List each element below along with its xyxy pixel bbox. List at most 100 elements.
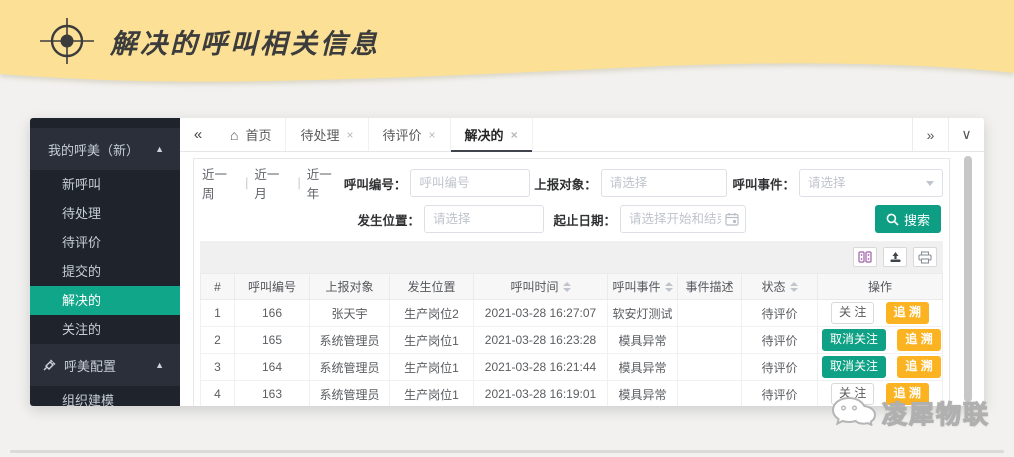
cell-description <box>678 327 742 354</box>
watermark: 凌犀物联 <box>830 394 990 432</box>
col-header-call-event[interactable]: 呼叫事件 <box>608 274 678 300</box>
col-header-description: 事件描述 <box>678 274 742 300</box>
home-icon <box>230 127 238 143</box>
sidebar-group-label: 我的呼美（新） <box>48 140 155 159</box>
tab-to-evaluate[interactable]: 待评价 <box>369 118 451 151</box>
cell-time: 2021-03-28 16:21:44 <box>474 354 608 381</box>
cell-time: 2021-03-28 16:27:07 <box>474 300 608 327</box>
main-panel: 近一周 近一月 近一年 呼叫编号： 上报对象： 呼叫事件： <box>180 152 984 406</box>
sidebar-menu: 新呼叫 待处理 待评价 提交的 解决的 关注的 <box>30 170 180 344</box>
col-header-call-time[interactable]: 呼叫时间 <box>474 274 608 300</box>
column-settings-button[interactable] <box>853 247 877 267</box>
sort-icon[interactable] <box>665 282 673 292</box>
tab-resolved[interactable]: 解决的 <box>451 118 533 151</box>
export-icon <box>889 251 902 263</box>
col-header-location: 发生位置 <box>390 274 474 300</box>
tab-home[interactable]: 首页 <box>216 118 286 151</box>
bottom-divider <box>10 450 1004 453</box>
scrollbar-thumb[interactable] <box>964 156 972 402</box>
content-area: « 首页 待处理 待评价 解决的 <box>180 118 984 406</box>
quick-range-year[interactable]: 近一年 <box>307 164 344 202</box>
location-select[interactable] <box>424 205 544 233</box>
table-row: 1 166 张天宇 生产岗位2 2021-03-28 16:27:07 软安灯测… <box>201 300 943 327</box>
sidebar-item-to-evaluate[interactable]: 待评价 <box>30 228 180 257</box>
plug-icon <box>42 358 56 372</box>
calendar-icon <box>725 212 739 231</box>
cell-location: 生产岗位2 <box>390 300 474 327</box>
cell-event: 软安灯测试 <box>608 300 678 327</box>
cell-actions: 取消关注 追 溯 <box>818 354 943 381</box>
trace-button[interactable]: 追 溯 <box>886 302 929 324</box>
cell-location: 生产岗位1 <box>390 354 474 381</box>
sidebar-item-submitted[interactable]: 提交的 <box>30 257 180 286</box>
call-no-input[interactable] <box>410 169 530 197</box>
sidebar-item-resolved[interactable]: 解决的 <box>30 286 180 315</box>
close-icon[interactable] <box>511 129 518 141</box>
search-button-label: 搜索 <box>904 210 930 229</box>
chevron-up-icon: ▲ <box>155 360 164 370</box>
trace-button[interactable]: 追 溯 <box>897 329 940 351</box>
tab-pending[interactable]: 待处理 <box>286 118 368 151</box>
tabs-scroll-left-button[interactable]: « <box>180 118 216 151</box>
cell-reporter: 张天宇 <box>310 300 390 327</box>
tab-label: 首页 <box>245 125 271 144</box>
sort-icon[interactable] <box>790 282 798 292</box>
chevron-down-icon: ∨ <box>961 126 971 143</box>
sidebar: 我的呼美（新） ▲ 新呼叫 待处理 待评价 提交的 解决的 关注的 <box>30 118 180 406</box>
cell-call-no: 166 <box>235 300 310 327</box>
close-icon[interactable] <box>347 129 354 141</box>
follow-button[interactable]: 关 注 <box>831 302 874 324</box>
sidebar-group-config[interactable]: 呼美配置 ▲ <box>30 344 180 386</box>
cell-event: 模具异常 <box>608 327 678 354</box>
date-range-label: 起止日期： <box>544 210 616 229</box>
cell-status: 待评价 <box>742 300 818 327</box>
cell-reporter: 系统管理员 <box>310 354 390 381</box>
print-button[interactable] <box>913 247 937 267</box>
cell-status: 待评价 <box>742 327 818 354</box>
report-target-select[interactable] <box>601 169 727 197</box>
quick-range-week[interactable]: 近一周 <box>202 164 239 202</box>
quick-range-month[interactable]: 近一月 <box>254 164 291 202</box>
cell-call-no: 163 <box>235 381 310 407</box>
tab-bar: « 首页 待处理 待评价 解决的 <box>180 118 984 152</box>
cell-time: 2021-03-28 16:19:01 <box>474 381 608 407</box>
unfollow-button[interactable]: 取消关注 <box>822 329 886 351</box>
trace-button[interactable]: 追 溯 <box>897 356 940 378</box>
call-event-select[interactable] <box>799 169 943 197</box>
column-settings-icon <box>858 251 872 263</box>
calls-table: # 呼叫编号 上报对象 发生位置 呼叫时间 呼叫事件 事件描述 状态 操作 <box>200 273 943 406</box>
vertical-scrollbar[interactable] <box>964 156 972 402</box>
sidebar-item-org-modeling[interactable]: 组织建模 <box>30 386 180 406</box>
chevron-down-icon <box>926 181 934 186</box>
cell-index: 3 <box>201 354 235 381</box>
cell-call-no: 164 <box>235 354 310 381</box>
cell-status: 待评价 <box>742 354 818 381</box>
cell-event: 模具异常 <box>608 381 678 407</box>
sidebar-item-new-call[interactable]: 新呼叫 <box>30 170 180 199</box>
unfollow-button[interactable]: 取消关注 <box>822 356 886 378</box>
sidebar-group-my-calls[interactable]: 我的呼美（新） ▲ <box>30 128 180 170</box>
close-icon[interactable] <box>429 129 436 141</box>
table-header-row: # 呼叫编号 上报对象 发生位置 呼叫时间 呼叫事件 事件描述 状态 操作 <box>201 274 943 300</box>
quick-date-links: 近一周 近一月 近一年 <box>200 164 344 202</box>
cell-reporter: 系统管理员 <box>310 327 390 354</box>
watermark-text: 凌犀物联 <box>882 395 990 431</box>
cell-location: 生产岗位1 <box>390 327 474 354</box>
tabs-scroll-right-button[interactable]: » <box>912 118 948 151</box>
table-row: 2 165 系统管理员 生产岗位1 2021-03-28 16:23:28 模具… <box>201 327 943 354</box>
table-row: 3 164 系统管理员 生产岗位1 2021-03-28 16:21:44 模具… <box>201 354 943 381</box>
cell-status: 待评价 <box>742 381 818 407</box>
sort-icon[interactable] <box>563 282 571 292</box>
col-header-status[interactable]: 状态 <box>742 274 818 300</box>
cell-location: 生产岗位1 <box>390 381 474 407</box>
chevron-up-icon: ▲ <box>155 144 164 154</box>
sidebar-item-followed[interactable]: 关注的 <box>30 315 180 344</box>
location-label: 发生位置： <box>356 210 420 229</box>
cell-index: 2 <box>201 327 235 354</box>
search-button[interactable]: 搜索 <box>875 205 941 233</box>
export-button[interactable] <box>883 247 907 267</box>
tabs-menu-button[interactable]: ∨ <box>948 118 984 151</box>
cell-time: 2021-03-28 16:23:28 <box>474 327 608 354</box>
table-toolbar <box>200 241 943 273</box>
sidebar-item-pending[interactable]: 待处理 <box>30 199 180 228</box>
